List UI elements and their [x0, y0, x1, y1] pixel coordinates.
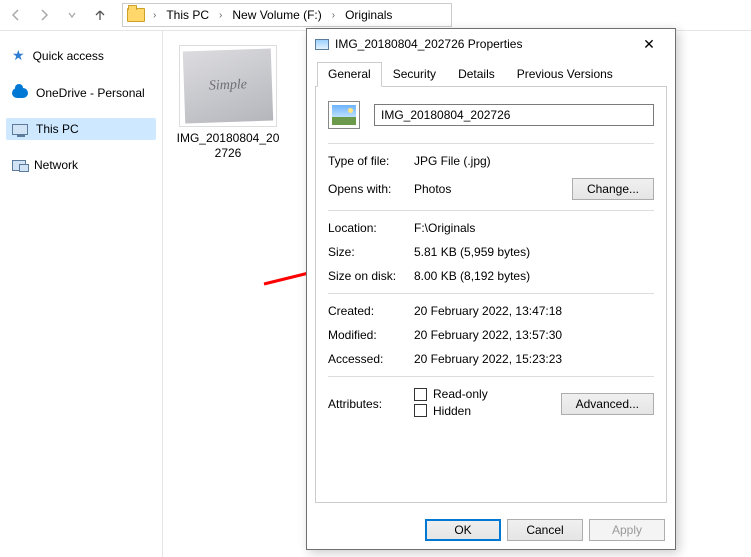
folder-icon — [127, 8, 145, 22]
attributes-group: Read-only Hidden — [414, 387, 561, 420]
tab-details[interactable]: Details — [447, 62, 506, 87]
address-bar: › This PC › New Volume (F:) › Originals — [0, 0, 751, 31]
apply-button[interactable]: Apply — [589, 519, 665, 541]
filename-input[interactable] — [374, 104, 654, 126]
nav-forward-button[interactable] — [32, 3, 56, 27]
address-box[interactable]: › This PC › New Volume (F:) › Originals — [122, 3, 452, 27]
sidebar-item-label: Quick access — [33, 49, 104, 63]
value-location: F:\Originals — [414, 221, 654, 235]
label-sizeondisk: Size on disk: — [328, 269, 414, 283]
ok-button[interactable]: OK — [425, 519, 501, 541]
sidebar-item-onedrive[interactable]: OneDrive - Personal — [6, 82, 156, 104]
label-modified: Modified: — [328, 328, 414, 342]
value-sizeondisk: 8.00 KB (8,192 bytes) — [414, 269, 654, 283]
chevron-right-icon[interactable]: › — [151, 10, 158, 21]
label-attributes: Attributes: — [328, 397, 414, 411]
file-name: IMG_20180804_202726 — [173, 131, 283, 161]
label-created: Created: — [328, 304, 414, 318]
label-location: Location: — [328, 221, 414, 235]
label-openswith: Opens with: — [328, 182, 414, 196]
cancel-button[interactable]: Cancel — [507, 519, 583, 541]
sidebar-item-label: Network — [34, 158, 78, 172]
value-created: 20 February 2022, 13:47:18 — [414, 304, 654, 318]
advanced-button[interactable]: Advanced... — [561, 393, 654, 415]
sidebar-item-thispc[interactable]: This PC — [6, 118, 156, 140]
properties-dialog: IMG_20180804_202726 Properties ✕ General… — [306, 28, 676, 550]
value-typeoffile: JPG File (.jpg) — [414, 154, 654, 168]
sidebar-item-label: This PC — [36, 122, 79, 136]
image-icon — [315, 39, 329, 50]
network-icon — [12, 160, 26, 171]
value-accessed: 20 February 2022, 15:23:23 — [414, 352, 654, 366]
tab-page-general: Type of file: JPG File (.jpg) Opens with… — [315, 87, 667, 503]
value-modified: 20 February 2022, 13:57:30 — [414, 328, 654, 342]
dialog-title: IMG_20180804_202726 Properties — [335, 37, 625, 51]
nav-back-button[interactable] — [4, 3, 28, 27]
breadcrumb-thispc[interactable]: This PC — [164, 6, 211, 24]
thumbnail: Simple — [179, 45, 277, 127]
nav-up-button[interactable] — [88, 3, 112, 27]
close-button[interactable]: ✕ — [631, 30, 667, 58]
breadcrumb-volume[interactable]: New Volume (F:) — [230, 6, 323, 24]
checkbox-hidden[interactable]: Hidden — [414, 404, 471, 418]
tab-previous-versions[interactable]: Previous Versions — [506, 62, 624, 87]
dialog-footer: OK Cancel Apply — [307, 511, 675, 549]
star-icon: ★ — [12, 47, 25, 64]
label-typeoffile: Type of file: — [328, 154, 414, 168]
label-size: Size: — [328, 245, 414, 259]
tab-strip: General Security Details Previous Versio… — [315, 62, 667, 87]
label-accessed: Accessed: — [328, 352, 414, 366]
dialog-titlebar[interactable]: IMG_20180804_202726 Properties ✕ — [307, 29, 675, 59]
cloud-icon — [12, 88, 28, 98]
thumbnail-image: Simple — [183, 48, 273, 123]
nav-pane: ★ Quick access OneDrive - Personal This … — [0, 31, 163, 557]
checkbox-readonly[interactable]: Read-only — [414, 387, 488, 401]
sidebar-item-network[interactable]: Network — [6, 154, 156, 176]
pc-icon — [12, 124, 28, 135]
breadcrumb-folder[interactable]: Originals — [343, 6, 394, 24]
sidebar-item-quickaccess[interactable]: ★ Quick access — [6, 43, 156, 68]
value-size: 5.81 KB (5,959 bytes) — [414, 245, 654, 259]
filetype-icon — [328, 101, 360, 129]
tab-security[interactable]: Security — [382, 62, 447, 87]
chevron-right-icon[interactable]: › — [217, 10, 224, 21]
file-item[interactable]: Simple IMG_20180804_202726 — [173, 45, 283, 161]
chevron-right-icon[interactable]: › — [330, 10, 337, 21]
recent-dropdown-button[interactable] — [60, 3, 84, 27]
tab-general[interactable]: General — [317, 62, 382, 87]
change-button[interactable]: Change... — [572, 178, 654, 200]
value-openswith: Photos — [414, 182, 572, 196]
sidebar-item-label: OneDrive - Personal — [36, 86, 145, 100]
